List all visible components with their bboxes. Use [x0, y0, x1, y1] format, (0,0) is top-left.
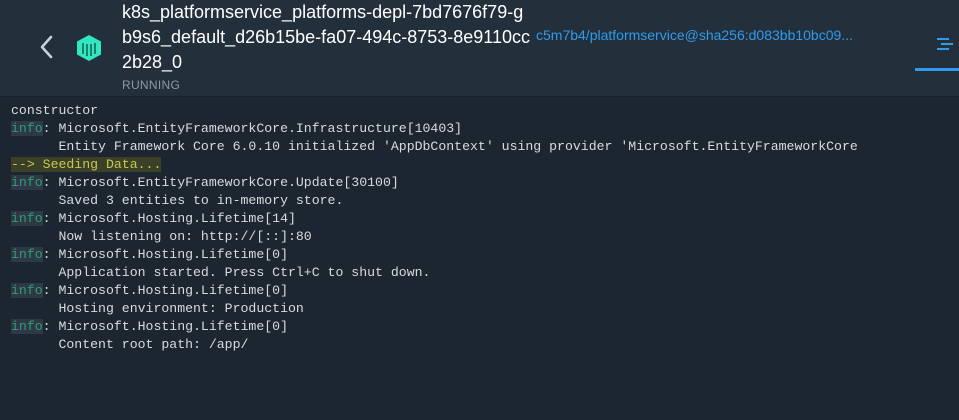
container-name: k8s_platformservice_platforms-depl-7bd76… — [122, 2, 530, 72]
log-message: constructor — [11, 103, 99, 118]
log-message: : Microsoft.EntityFrameworkCore.Update[3… — [42, 175, 399, 190]
log-line: info: Microsoft.Hosting.Lifetime[0] — [11, 282, 858, 300]
log-level-info: info — [11, 319, 43, 334]
container-icon — [75, 34, 103, 62]
log-message: : Microsoft.Hosting.Lifetime[14] — [42, 211, 296, 226]
log-message: Saved 3 entities to in-memory store. — [11, 193, 344, 208]
log-level-info: info — [11, 247, 43, 262]
log-message: Entity Framework Core 6.0.10 initialized… — [11, 139, 858, 154]
log-level-info: info — [11, 175, 43, 190]
tab-logs[interactable] — [915, 27, 959, 71]
log-line: Hosting environment: Production — [11, 300, 858, 318]
log-line: info: Microsoft.EntityFrameworkCore.Infr… — [11, 120, 858, 138]
log-line: Application started. Press Ctrl+C to shu… — [11, 264, 858, 282]
logs-icon — [937, 38, 953, 50]
log-level-info: info — [11, 211, 43, 226]
container-header: k8s_platformservice_platforms-depl-7bd76… — [0, 0, 959, 97]
image-link[interactable]: c5m7b4/platformservice@sha256:d083bb10bc… — [536, 27, 896, 43]
log-level-info: info — [11, 121, 43, 136]
log-message: Now listening on: http://[::]:80 — [11, 229, 312, 244]
log-line: Content root path: /app/ — [11, 336, 858, 354]
active-tab-indicator — [915, 68, 959, 71]
log-line: info: Microsoft.Hosting.Lifetime[0] — [11, 246, 858, 264]
back-button[interactable] — [36, 33, 60, 61]
log-line: Saved 3 entities to in-memory store. — [11, 192, 858, 210]
log-level-info: info — [11, 283, 43, 298]
log-line: Now listening on: http://[::]:80 — [11, 228, 858, 246]
log-message: : Microsoft.Hosting.Lifetime[0] — [42, 319, 288, 334]
log-message: : Microsoft.Hosting.Lifetime[0] — [42, 283, 288, 298]
log-lines: constructor info: Microsoft.EntityFramewo… — [11, 102, 858, 354]
log-line: info: Microsoft.EntityFrameworkCore.Upda… — [11, 174, 858, 192]
log-message: : Microsoft.EntityFrameworkCore.Infrastr… — [42, 121, 463, 136]
container-status: RUNNING — [122, 78, 181, 92]
log-line: info: Microsoft.Hosting.Lifetime[14] — [11, 210, 858, 228]
log-message: Content root path: /app/ — [11, 337, 249, 352]
log-message: : Microsoft.Hosting.Lifetime[0] — [42, 247, 288, 262]
log-line: info: Microsoft.Hosting.Lifetime[0] — [11, 318, 858, 336]
log-line: constructor — [11, 102, 858, 120]
log-output[interactable]: constructor info: Microsoft.EntityFramewo… — [0, 97, 959, 420]
log-line: Entity Framework Core 6.0.10 initialized… — [11, 138, 858, 156]
log-message: Hosting environment: Production — [11, 301, 304, 316]
log-line: --> Seeding Data... — [11, 156, 858, 174]
log-message-highlight: --> Seeding Data... — [11, 157, 162, 172]
chevron-left-icon — [40, 35, 53, 59]
log-message: Application started. Press Ctrl+C to shu… — [11, 265, 431, 280]
